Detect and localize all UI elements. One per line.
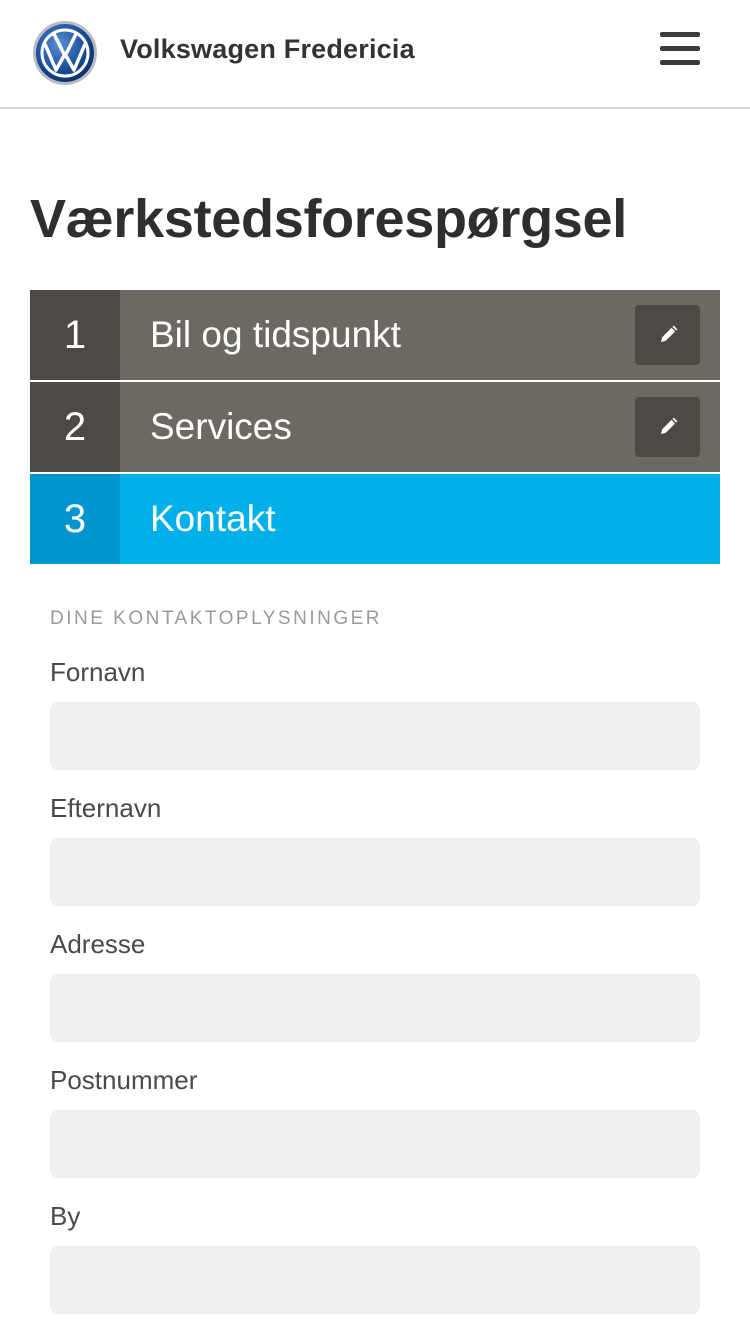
step-label: Bil og tidspunkt bbox=[120, 290, 720, 380]
pencil-icon bbox=[660, 417, 677, 434]
menu-bar bbox=[660, 60, 700, 65]
step-kontakt[interactable]: 3 Kontakt bbox=[30, 474, 720, 564]
edit-step-button[interactable] bbox=[635, 305, 700, 365]
last-name-label: Efternavn bbox=[50, 793, 162, 823]
postal-code-input[interactable] bbox=[50, 1110, 700, 1178]
page-title: Værkstedsforespørgsel bbox=[30, 189, 627, 249]
menu-bar bbox=[660, 32, 700, 37]
step-label: Services bbox=[120, 382, 720, 472]
vw-logo-icon[interactable] bbox=[32, 20, 98, 86]
step-number: 2 bbox=[30, 382, 120, 472]
step-label: Kontakt bbox=[120, 474, 720, 564]
edit-step-button[interactable] bbox=[635, 397, 700, 457]
address-input[interactable] bbox=[50, 974, 700, 1042]
postal-code-label: Postnummer bbox=[50, 1065, 198, 1095]
first-name-label: Fornavn bbox=[50, 657, 146, 687]
first-name-input[interactable] bbox=[50, 702, 700, 770]
city-input[interactable] bbox=[50, 1246, 700, 1314]
step-bil-og-tidspunkt[interactable]: 1 Bil og tidspunkt bbox=[30, 290, 720, 380]
site-header: Volkswagen Fredericia bbox=[0, 0, 750, 109]
hamburger-menu-icon[interactable] bbox=[652, 30, 708, 70]
brand-name[interactable]: Volkswagen Fredericia bbox=[120, 34, 415, 65]
pencil-icon bbox=[660, 325, 677, 342]
menu-bar bbox=[660, 46, 700, 51]
address-label: Adresse bbox=[50, 929, 146, 959]
last-name-input[interactable] bbox=[50, 838, 700, 906]
city-label: By bbox=[50, 1201, 81, 1231]
step-number: 3 bbox=[30, 474, 120, 564]
section-caption: DINE KONTAKTOPLYSNINGER bbox=[50, 608, 382, 629]
step-services[interactable]: 2 Services bbox=[30, 382, 720, 472]
step-number: 1 bbox=[30, 290, 120, 380]
